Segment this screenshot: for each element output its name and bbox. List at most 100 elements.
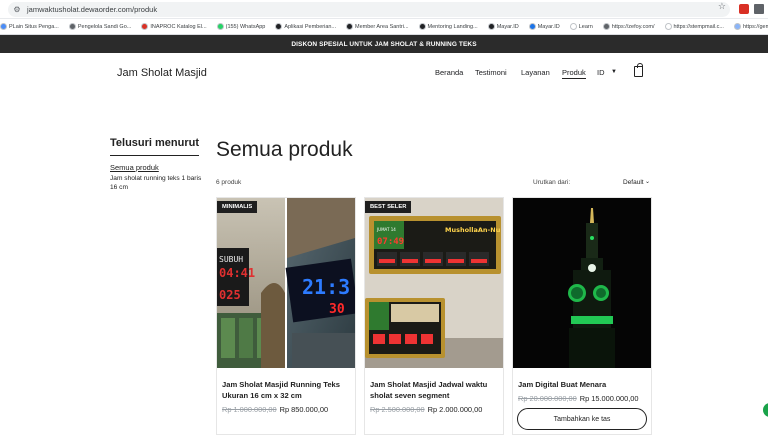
product-name[interactable]: Jam Sholat Masjid Jadwal waktu bbox=[370, 379, 487, 390]
bookmark-favicon-icon bbox=[68, 23, 76, 30]
product-image-1[interactable]: SUBUH 04:41 025 21:3 30 MINIMALIS bbox=[217, 198, 355, 368]
bookmark-item[interactable]: https://zefoy.com/ bbox=[602, 23, 655, 30]
product-badge: BEST SELER bbox=[365, 201, 412, 213]
old-price: Rp 2.500.000,00 bbox=[370, 405, 425, 414]
bookmark-favicon-icon bbox=[664, 23, 672, 30]
shopping-bag-icon[interactable] bbox=[634, 63, 643, 77]
url-text[interactable]: jamwaktusholat.dewaorder.com/produk bbox=[27, 5, 157, 14]
display-seconds: 30 bbox=[329, 302, 345, 317]
sale-price: Rp 15.000.000,00 bbox=[579, 394, 639, 403]
display-time: 21:3 bbox=[302, 275, 350, 299]
sale-price: Rp 850.000,00 bbox=[279, 405, 329, 414]
bookmark-favicon-icon bbox=[141, 23, 149, 30]
bookmark-item[interactable]: Mayar.ID bbox=[487, 23, 519, 30]
add-to-cart-button[interactable]: Tambahkan ke tas bbox=[517, 408, 647, 430]
bookmark-favicon-icon bbox=[487, 23, 495, 30]
site-logo[interactable]: Jam Sholat Masjid bbox=[117, 67, 207, 79]
bookmark-favicon-icon bbox=[216, 23, 224, 30]
page-title: Semua produk bbox=[216, 138, 353, 161]
bookmark-item[interactable]: PLain Situs Penga... bbox=[0, 23, 59, 30]
bookmark-favicon-icon bbox=[346, 23, 354, 30]
bookmark-item[interactable]: https://gemini.goog... bbox=[733, 23, 768, 30]
bookmark-favicon-icon bbox=[602, 23, 610, 30]
product-image-3[interactable] bbox=[513, 198, 651, 368]
bookmark-label: Member Area Santri... bbox=[355, 23, 409, 30]
address-bar[interactable]: ⚙ jamwaktusholat.dewaorder.com/produk bbox=[8, 2, 730, 17]
product-card-1[interactable]: SUBUH 04:41 025 21:3 30 MINIMALIS Jam Sh… bbox=[216, 197, 356, 435]
bookmark-label: Pengelola Sandi Go... bbox=[77, 23, 132, 30]
bookmark-label: Mayar.ID bbox=[537, 23, 560, 30]
bookmark-label: (155) WhatsApp bbox=[225, 23, 266, 30]
bookmark-favicon-icon bbox=[418, 23, 426, 30]
bookmark-item[interactable]: Learn bbox=[569, 23, 593, 30]
bookmark-item[interactable]: Pengelola Sandi Go... bbox=[68, 23, 132, 30]
sort-select[interactable]: Default bbox=[623, 179, 644, 186]
bookmark-item[interactable]: https://stempmail.c... bbox=[664, 23, 724, 30]
display-number: 025 bbox=[219, 288, 241, 302]
product-name-line2[interactable]: sholat seven segment bbox=[370, 390, 449, 401]
bookmark-favicon-icon bbox=[275, 23, 283, 30]
sidebar-divider bbox=[110, 155, 199, 156]
extension-pdf-icon[interactable] bbox=[739, 4, 749, 14]
nav-beranda[interactable]: Beranda bbox=[435, 68, 463, 77]
product-price: Rp 20.000.000,00 Rp 15.000.000,00 bbox=[518, 394, 639, 403]
bookmark-item[interactable]: INAPROC Katalog El... bbox=[141, 23, 207, 30]
bookmark-label: Learn bbox=[578, 23, 593, 30]
chevron-down-icon[interactable]: ⌄ bbox=[645, 178, 650, 185]
bookmark-label: Mayar.ID bbox=[496, 23, 519, 30]
old-price: Rp 20.000.000,00 bbox=[518, 394, 577, 403]
bookmark-favicon-icon bbox=[569, 23, 577, 30]
product-photo-seven-segment: JUMAT 14 07:49 MushollaAn-Nu bbox=[365, 198, 503, 368]
bookmark-item[interactable]: Mentoring Landing... bbox=[418, 23, 478, 30]
product-price: Rp 1.000.000,00 Rp 850.000,00 bbox=[222, 405, 328, 414]
language-selector[interactable]: ID bbox=[597, 68, 605, 77]
bookmark-item[interactable]: Mayar.ID bbox=[528, 23, 560, 30]
site-settings-icon[interactable]: ⚙ bbox=[12, 5, 22, 15]
sidebar-link-all-products[interactable]: Semua produk bbox=[110, 163, 159, 172]
bookmark-label: Mentoring Landing... bbox=[427, 23, 478, 30]
bookmark-label: https://stempmail.c... bbox=[673, 23, 724, 30]
bookmark-favicon-icon bbox=[733, 23, 741, 30]
product-image-2[interactable]: JUMAT 14 07:49 MushollaAn-Nu BEST SELER bbox=[365, 198, 503, 368]
bookmark-star-icon[interactable]: ☆ bbox=[718, 1, 726, 12]
bookmark-label: https://gemini.goog... bbox=[742, 23, 768, 30]
product-name-line2[interactable]: Ukuran 16 cm x 32 cm bbox=[222, 390, 302, 401]
product-count: 6 produk bbox=[216, 179, 242, 186]
sidebar-title: Telusuri menurut bbox=[110, 137, 200, 149]
sale-price: Rp 2.000.000,00 bbox=[427, 405, 483, 414]
subuh-time: 04:41 bbox=[219, 266, 255, 280]
promo-banner: DISKON SPESIAL UNTUK JAM SHOLAT & RUNNIN… bbox=[0, 35, 768, 53]
product-name[interactable]: Jam Digital Buat Menara bbox=[518, 379, 606, 390]
nav-produk[interactable]: Produk bbox=[562, 68, 586, 79]
product-name[interactable]: Jam Sholat Masjid Running Teks bbox=[222, 379, 340, 390]
bookmark-item[interactable]: Member Area Santri... bbox=[346, 23, 409, 30]
bookmarks-bar: PLain Situs Penga... Pengelola Sandi Go..… bbox=[0, 19, 768, 35]
panel-brand: MushollaAn-Nu bbox=[445, 226, 501, 234]
whatsapp-chat-icon[interactable] bbox=[763, 403, 768, 417]
bookmark-label: PLain Situs Penga... bbox=[9, 23, 59, 30]
panel-time: 07:49 bbox=[377, 237, 404, 247]
bookmark-item[interactable]: Aplikasi Pemberian... bbox=[275, 23, 336, 30]
sidebar-link-category[interactable]: Jam sholat running teks 1 baris 16 cm bbox=[110, 175, 202, 192]
nav-layanan[interactable]: Layanan bbox=[521, 68, 550, 77]
bookmark-item[interactable]: (155) WhatsApp bbox=[216, 23, 266, 30]
bookmark-label: Aplikasi Pemberian... bbox=[284, 23, 337, 30]
bookmark-favicon-icon bbox=[0, 23, 7, 30]
bookmark-label: https://zefoy.com/ bbox=[611, 23, 655, 30]
subuh-label: SUBUH bbox=[219, 255, 243, 264]
product-price: Rp 2.500.000,00 Rp 2.000.000,00 bbox=[370, 405, 482, 414]
product-photo-running-text: SUBUH 04:41 025 21:3 30 bbox=[217, 198, 355, 368]
chevron-down-icon[interactable]: ▼ bbox=[611, 69, 617, 75]
browser-toolbar: ⚙ jamwaktusholat.dewaorder.com/produk ☆ bbox=[0, 0, 768, 19]
product-badge: MINIMALIS bbox=[217, 201, 258, 213]
panel-date: JUMAT 14 bbox=[376, 227, 396, 232]
bookmark-label: INAPROC Katalog El... bbox=[150, 23, 207, 30]
sort-label: Urutkan dari: bbox=[533, 179, 571, 186]
product-card-2[interactable]: JUMAT 14 07:49 MushollaAn-Nu BEST SELER … bbox=[364, 197, 504, 435]
product-card-3[interactable]: Jam Digital Buat Menara Rp 20.000.000,00… bbox=[512, 197, 652, 435]
extension-puzzle-icon[interactable] bbox=[754, 4, 764, 14]
old-price: Rp 1.000.000,00 bbox=[222, 405, 277, 414]
bookmark-favicon-icon bbox=[528, 23, 536, 30]
nav-testimoni[interactable]: Testimoni bbox=[475, 68, 507, 77]
product-photo-tower-clock bbox=[513, 198, 651, 368]
